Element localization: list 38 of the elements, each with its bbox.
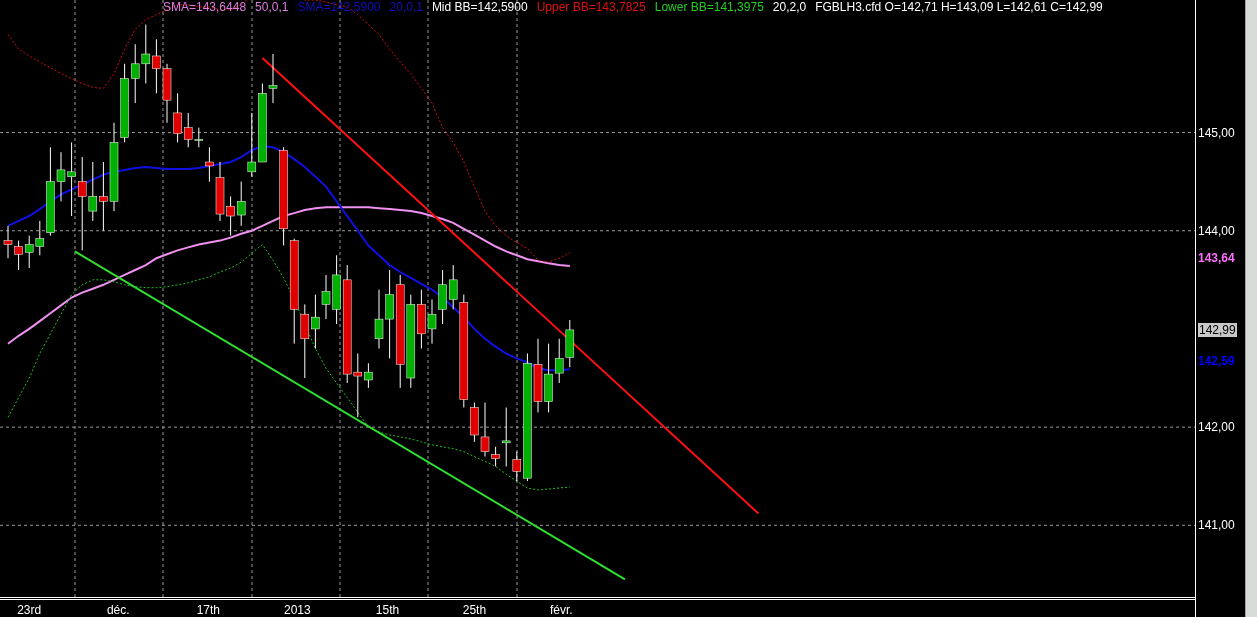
candlestick	[130, 43, 140, 104]
indicator-value: 142,59	[1198, 354, 1235, 369]
price-label: 145,00	[1198, 125, 1235, 140]
legend-text: SMA=142,5900	[297, 0, 381, 14]
legend-text: Upper BB=143,7825	[536, 0, 646, 14]
date-label: 17th	[196, 603, 220, 617]
date-label: févr.	[549, 603, 573, 617]
candlestick	[438, 269, 447, 325]
candlestick	[162, 63, 172, 124]
candlestick	[565, 319, 575, 368]
candlestick	[236, 181, 246, 227]
candlestick	[3, 225, 13, 259]
candlestick	[24, 235, 34, 269]
legend-text: 20,0,1	[389, 0, 423, 14]
date-label: 25th	[462, 603, 487, 617]
date-label: 23rd	[17, 603, 42, 617]
price-label: 141,00	[1198, 518, 1235, 533]
indicator-value: 143,64	[1198, 251, 1235, 266]
legend-text: 20,2,0	[772, 0, 807, 14]
date-label: 2013	[284, 603, 311, 617]
candlestick	[173, 92, 182, 143]
legend-text: SMA=143,6448	[163, 0, 247, 14]
legend-text: FGBLH3.cfd O=142,71 H=143,09 L=142,61 C=142,99	[815, 0, 1103, 14]
legend-text: 50,0,1	[255, 0, 289, 14]
price-label: 144,00	[1198, 223, 1235, 238]
legend-text: Lower BB=141,3975	[654, 0, 764, 14]
last-price-tag: 142,99	[1198, 322, 1237, 337]
candlestick	[427, 299, 437, 345]
candlestick	[247, 112, 257, 178]
legend-text: Mid BB=142,5900	[431, 0, 528, 14]
date-label: 15th	[375, 603, 400, 617]
price-label: 142,00	[1198, 420, 1235, 435]
candlestick	[141, 24, 151, 84]
candlestick	[14, 240, 23, 271]
candlestick	[99, 161, 108, 232]
candlestick	[152, 38, 161, 94]
date-label: déc.	[106, 603, 130, 617]
candlestick	[311, 294, 320, 350]
